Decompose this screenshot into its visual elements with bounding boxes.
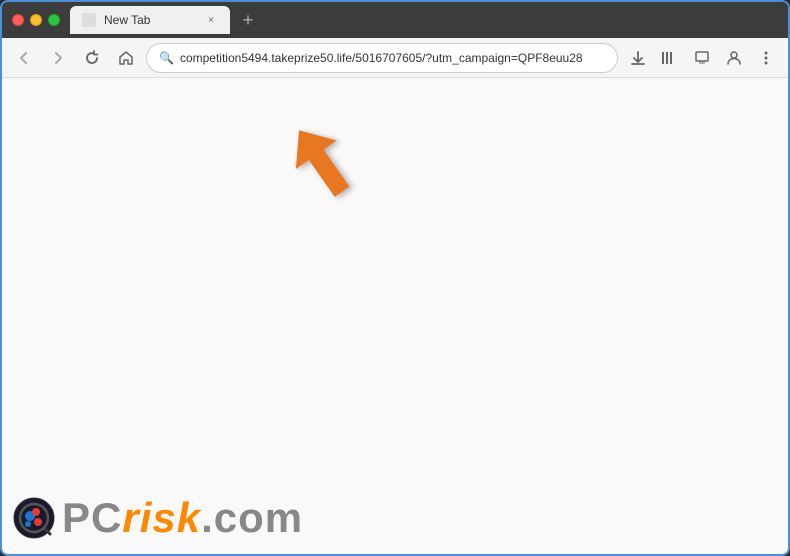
pcrisk-logo-icon — [12, 496, 56, 540]
bookmarks-button[interactable] — [656, 44, 684, 72]
nav-bar: 🔍 competition5494.takeprize50.life/50167… — [2, 38, 788, 78]
tab-title: New Tab — [104, 13, 196, 27]
close-button[interactable] — [12, 14, 24, 26]
watermark: PCrisk.com — [12, 494, 303, 542]
address-bar[interactable]: 🔍 competition5494.takeprize50.life/50167… — [146, 43, 618, 73]
nav-right-icons — [624, 44, 780, 72]
download-button[interactable] — [624, 44, 652, 72]
tabs-area: New Tab × + — [70, 6, 778, 34]
address-text: competition5494.takeprize50.life/5016707… — [180, 51, 605, 65]
back-button[interactable] — [10, 44, 38, 72]
home-button[interactable] — [112, 44, 140, 72]
logo-com: .com — [201, 494, 303, 541]
new-tab-button[interactable]: + — [234, 6, 262, 34]
tab-close-button[interactable]: × — [204, 13, 218, 27]
back-icon — [16, 50, 32, 66]
active-tab[interactable]: New Tab × — [70, 6, 230, 34]
forward-button[interactable] — [44, 44, 72, 72]
reload-icon — [84, 50, 100, 66]
menu-icon — [758, 50, 774, 66]
logo-text-container: PCrisk.com — [62, 494, 303, 542]
logo-pc: PC — [62, 494, 122, 541]
synced-tabs-icon — [694, 50, 710, 66]
address-bar-search-icon: 🔍 — [159, 51, 174, 65]
profile-button[interactable] — [720, 44, 748, 72]
arrow-svg — [287, 118, 357, 208]
browser-window: New Tab × + — [0, 0, 790, 556]
maximize-button[interactable] — [48, 14, 60, 26]
orange-arrow — [287, 118, 357, 213]
tab-favicon — [82, 13, 96, 27]
menu-button[interactable] — [752, 44, 780, 72]
download-icon — [630, 50, 646, 66]
bookmarks-icon — [661, 50, 679, 66]
profile-icon — [726, 50, 742, 66]
home-icon — [118, 50, 134, 66]
title-bar: New Tab × + — [2, 2, 788, 38]
reload-button[interactable] — [78, 44, 106, 72]
synced-tabs-button[interactable] — [688, 44, 716, 72]
forward-icon — [50, 50, 66, 66]
logo-risk: risk — [122, 494, 201, 541]
minimize-button[interactable] — [30, 14, 42, 26]
page-content: PCrisk.com — [2, 78, 788, 554]
traffic-lights — [12, 14, 60, 26]
